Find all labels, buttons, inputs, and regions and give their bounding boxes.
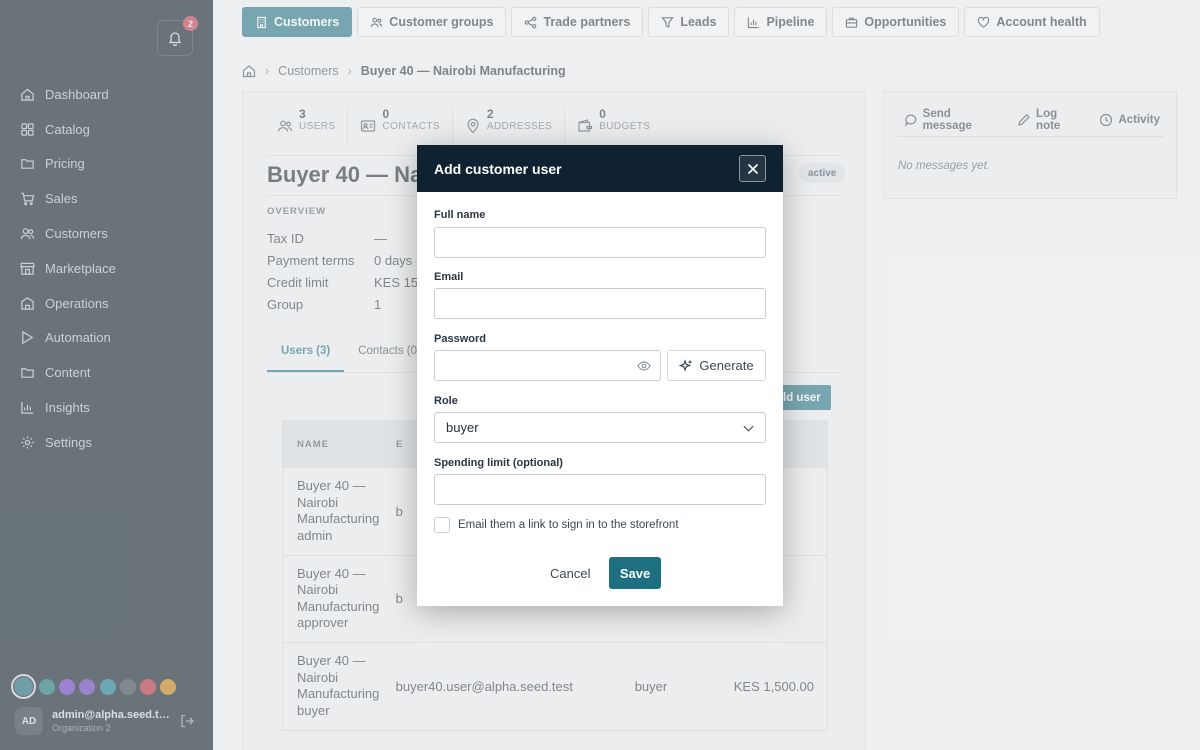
full-name-input[interactable] (434, 227, 766, 258)
spending-limit-input[interactable] (434, 474, 766, 505)
close-button[interactable] (739, 155, 766, 182)
close-icon (747, 163, 758, 174)
email-link-checkbox[interactable] (434, 517, 450, 533)
sparkle-icon (679, 358, 692, 372)
dialog-title: Add customer user (434, 160, 562, 177)
role-label: Role (434, 395, 458, 407)
email-label: Email (434, 271, 464, 283)
full-name-label: Full name (434, 209, 486, 221)
eye-icon[interactable] (637, 359, 651, 373)
password-input[interactable] (435, 351, 625, 380)
cancel-button[interactable]: Cancel (538, 558, 602, 589)
email-link-label: Email them a link to sign in to the stor… (458, 519, 679, 531)
password-label: Password (434, 333, 486, 345)
dialog-header: Add customer user (417, 145, 783, 192)
email-input[interactable] (434, 288, 766, 319)
modal-backdrop-sidebar (0, 0, 213, 750)
password-field (434, 350, 661, 381)
role-select[interactable]: buyer (434, 412, 766, 443)
spending-limit-label: Spending limit (optional) (434, 457, 563, 469)
chevron-down-icon (743, 425, 754, 432)
generate-password-button[interactable]: Generate (667, 350, 766, 381)
add-customer-user-dialog: Add customer user Full name Email Passwo… (417, 145, 783, 606)
save-button[interactable]: Save (609, 557, 661, 589)
email-link-option: Email them a link to sign in to the stor… (434, 517, 679, 533)
